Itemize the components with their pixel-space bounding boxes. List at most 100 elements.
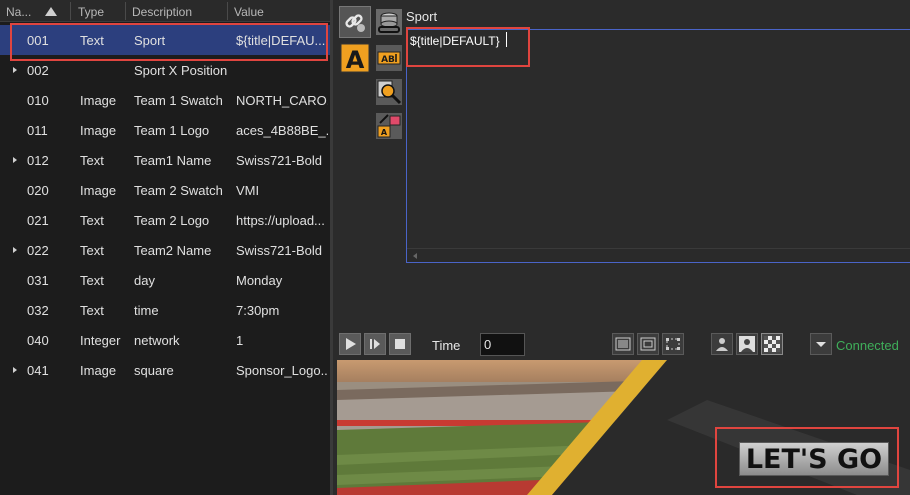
cell-description: Team 2 Logo bbox=[134, 213, 210, 228]
table-row[interactable]: 031 Text day Monday bbox=[0, 265, 330, 295]
column-header-name[interactable]: Na... bbox=[6, 5, 31, 19]
table-row[interactable]: 021 Text Team 2 Logo https://upload... bbox=[0, 205, 330, 235]
cell-type: Text bbox=[80, 243, 104, 258]
cell-name: 010 bbox=[27, 93, 49, 108]
cell-description: square bbox=[134, 363, 174, 378]
play-button[interactable] bbox=[339, 333, 361, 355]
cell-value: NORTH_CARO... bbox=[236, 93, 328, 108]
cell-value: 7:30pm bbox=[236, 303, 280, 318]
person-filled-button[interactable] bbox=[736, 333, 758, 355]
person-button[interactable] bbox=[711, 333, 733, 355]
cell-name: 021 bbox=[27, 213, 49, 228]
layout-1-button[interactable] bbox=[612, 333, 634, 355]
column-divider[interactable] bbox=[70, 2, 71, 20]
cell-value: https://upload... bbox=[236, 213, 325, 228]
cell-type: Image bbox=[80, 123, 117, 138]
link-tool-button[interactable] bbox=[339, 6, 371, 38]
text-field-icon: AB bbox=[376, 45, 402, 71]
person-filled-icon bbox=[739, 336, 755, 352]
horizontal-scrollbar[interactable] bbox=[407, 248, 910, 262]
template-fields-panel: Na... Type Description Value 001 Text Spor… bbox=[0, 0, 333, 495]
cell-description: Team 1 Swatch bbox=[134, 93, 223, 108]
stop-button[interactable] bbox=[389, 333, 411, 355]
cell-description: network bbox=[134, 333, 180, 348]
svg-text:A: A bbox=[346, 46, 365, 73]
cell-description: Team2 Name bbox=[134, 243, 212, 258]
table-row[interactable]: 022 Text Team2 Name Swiss721-Bold bbox=[0, 235, 330, 265]
connection-status: Connected bbox=[836, 338, 899, 353]
text-field-button[interactable]: AB bbox=[373, 42, 405, 74]
table-row[interactable]: 041 Image square Sponsor_Logo... bbox=[0, 355, 330, 385]
table-row[interactable]: 012 Text Team1 Name Swiss721-Bold bbox=[0, 145, 330, 175]
expand-arrow-icon[interactable] bbox=[13, 247, 17, 253]
text-style-icon: A bbox=[340, 43, 370, 73]
expand-arrow-icon[interactable] bbox=[13, 157, 17, 163]
cell-description: Team1 Name bbox=[134, 153, 212, 168]
scroll-left-icon[interactable] bbox=[413, 253, 417, 259]
table-row[interactable]: 010 Image Team 1 Swatch NORTH_CARO... bbox=[0, 85, 330, 115]
step-button[interactable] bbox=[364, 333, 386, 355]
cell-name: 002 bbox=[27, 63, 49, 78]
transparency-button[interactable] bbox=[761, 333, 783, 355]
table-row[interactable]: 011 Image Team 1 Logo aces_4B88BE_... bbox=[0, 115, 330, 145]
tool-strip: A AB A bbox=[337, 0, 405, 330]
cell-name: 012 bbox=[27, 153, 49, 168]
text-edit-tool-icon: A bbox=[376, 113, 402, 139]
data-search-button[interactable] bbox=[373, 76, 405, 108]
layout-2-button[interactable] bbox=[637, 333, 659, 355]
text-edit-tool-button[interactable]: A bbox=[373, 110, 405, 142]
cell-type: Text bbox=[80, 213, 104, 228]
layout-2-icon bbox=[640, 337, 656, 351]
cell-value: VMI bbox=[236, 183, 260, 198]
column-header-description[interactable]: Description bbox=[132, 5, 192, 19]
cell-type: Image bbox=[80, 183, 117, 198]
cell-type: Text bbox=[80, 303, 104, 318]
dropdown-icon bbox=[816, 342, 826, 347]
cell-name: 022 bbox=[27, 243, 49, 258]
cell-value: Swiss721-Bold bbox=[236, 243, 322, 258]
cell-name: 041 bbox=[27, 363, 49, 378]
cell-name: 011 bbox=[27, 123, 48, 138]
sort-ascending-icon[interactable] bbox=[45, 7, 57, 16]
cell-value: Monday bbox=[236, 273, 283, 288]
cell-type: Text bbox=[80, 153, 104, 168]
column-divider[interactable] bbox=[125, 2, 126, 20]
column-header-type[interactable]: Type bbox=[78, 5, 104, 19]
table-header: Na... Type Description Value bbox=[0, 0, 330, 22]
cell-type: Integer bbox=[80, 333, 121, 348]
cell-value: aces_4B88BE_... bbox=[236, 123, 328, 138]
text-style-button[interactable]: A bbox=[339, 42, 371, 74]
svg-text:A: A bbox=[381, 128, 388, 137]
layout-1-icon bbox=[615, 337, 631, 351]
layout-3-icon bbox=[666, 338, 680, 350]
table-row[interactable]: 020 Image Team 2 Swatch VMI bbox=[0, 175, 330, 205]
layout-3-button[interactable] bbox=[662, 333, 684, 355]
cell-value: Sponsor_Logo... bbox=[236, 363, 328, 378]
person-icon bbox=[716, 338, 728, 351]
cell-name: 040 bbox=[27, 333, 49, 348]
database-link-button[interactable] bbox=[373, 6, 405, 38]
preview-highlight-box bbox=[715, 427, 899, 488]
column-divider[interactable] bbox=[227, 2, 228, 20]
cell-name: 032 bbox=[27, 303, 49, 318]
cell-value: 1 bbox=[236, 333, 244, 348]
table-row[interactable]: 040 Integer network 1 bbox=[0, 325, 330, 355]
step-icon bbox=[370, 339, 380, 349]
options-dropdown-button[interactable] bbox=[810, 333, 832, 355]
cell-name: 020 bbox=[27, 183, 49, 198]
data-search-icon bbox=[376, 79, 402, 105]
svg-text:AB: AB bbox=[381, 55, 395, 65]
time-input[interactable] bbox=[480, 333, 525, 356]
cell-description: Team 1 Logo bbox=[134, 123, 210, 138]
property-label: Sport bbox=[406, 9, 438, 24]
cell-description: Team 2 Swatch bbox=[134, 183, 223, 198]
cell-description: day bbox=[134, 273, 155, 288]
preview-viewport[interactable]: LET'S GO bbox=[337, 360, 910, 495]
table-row[interactable]: 032 Text time 7:30pm bbox=[0, 295, 330, 325]
cell-value: Swiss721-Bold bbox=[236, 153, 322, 168]
column-header-value[interactable]: Value bbox=[234, 5, 264, 19]
stop-icon bbox=[395, 339, 405, 349]
expand-arrow-icon[interactable] bbox=[13, 67, 17, 73]
expand-arrow-icon[interactable] bbox=[13, 367, 17, 373]
cell-type: Image bbox=[80, 363, 117, 378]
